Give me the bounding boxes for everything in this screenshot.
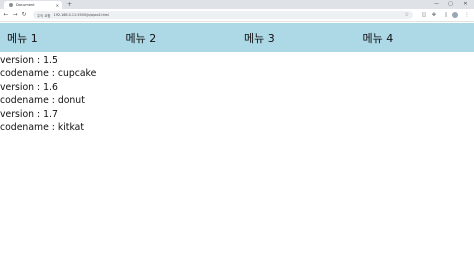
browser-tab[interactable]: Document ✕ (4, 1, 62, 9)
globe-icon (9, 3, 13, 7)
reload-icon[interactable]: ↻ (20, 11, 28, 19)
version-line: version : 1.6 (0, 81, 58, 93)
bookmark-star-icon[interactable]: ☆ (405, 11, 409, 19)
maximize-button[interactable]: ▢ (444, 0, 457, 9)
address-bar[interactable]: 주의 요함 192.168.0.11:5500/js/ajax4.html ☆ (33, 11, 413, 19)
menu-kebab-icon[interactable]: ⋮ (463, 11, 471, 19)
cast-icon[interactable]: ◫ (420, 11, 428, 19)
forward-arrow-icon[interactable]: → (11, 11, 19, 19)
version-list: version : 1.5 codename : cupcake version… (0, 52, 474, 134)
menu-item-1[interactable]: 메뉴 1 (0, 30, 119, 46)
menu-item-2[interactable]: 메뉴 2 (119, 30, 238, 46)
codename-line: codename : cupcake (0, 68, 97, 80)
extensions-icon[interactable]: ✥ (430, 11, 438, 19)
browser-tab-strip: Document ✕ + — ▢ ✕ (0, 0, 474, 9)
menu-item-4[interactable]: 메뉴 4 (356, 30, 474, 46)
tab-title: Document (16, 3, 35, 7)
browser-toolbar: ← → ↻ 주의 요함 192.168.0.11:5500/js/ajax4.h… (0, 9, 474, 22)
codename-line: codename : donut (0, 95, 85, 107)
back-arrow-icon[interactable]: ← (2, 11, 10, 19)
menu-bar: 메뉴 1 메뉴 2 메뉴 3 메뉴 4 (0, 23, 474, 52)
version-line: version : 1.7 (0, 108, 58, 120)
codename-line: codename : kitkat (0, 122, 85, 134)
menu-item-3[interactable]: 메뉴 3 (237, 30, 356, 46)
page-viewport: 메뉴 1 메뉴 2 메뉴 3 메뉴 4 version : 1.5 codena… (0, 23, 474, 256)
close-window-button[interactable]: ✕ (459, 0, 472, 9)
sidebar-icon[interactable]: ▯ (442, 11, 450, 19)
profile-avatar-icon[interactable] (452, 12, 458, 18)
not-secure-indicator[interactable]: 주의 요함 (37, 13, 51, 18)
tab-close-icon[interactable]: ✕ (56, 3, 59, 8)
url-text[interactable]: 192.168.0.11:5500/js/ajax4.html (54, 13, 109, 17)
minimize-button[interactable]: — (430, 0, 443, 9)
version-line: version : 1.5 (0, 55, 58, 66)
new-tab-button[interactable]: + (67, 1, 72, 8)
